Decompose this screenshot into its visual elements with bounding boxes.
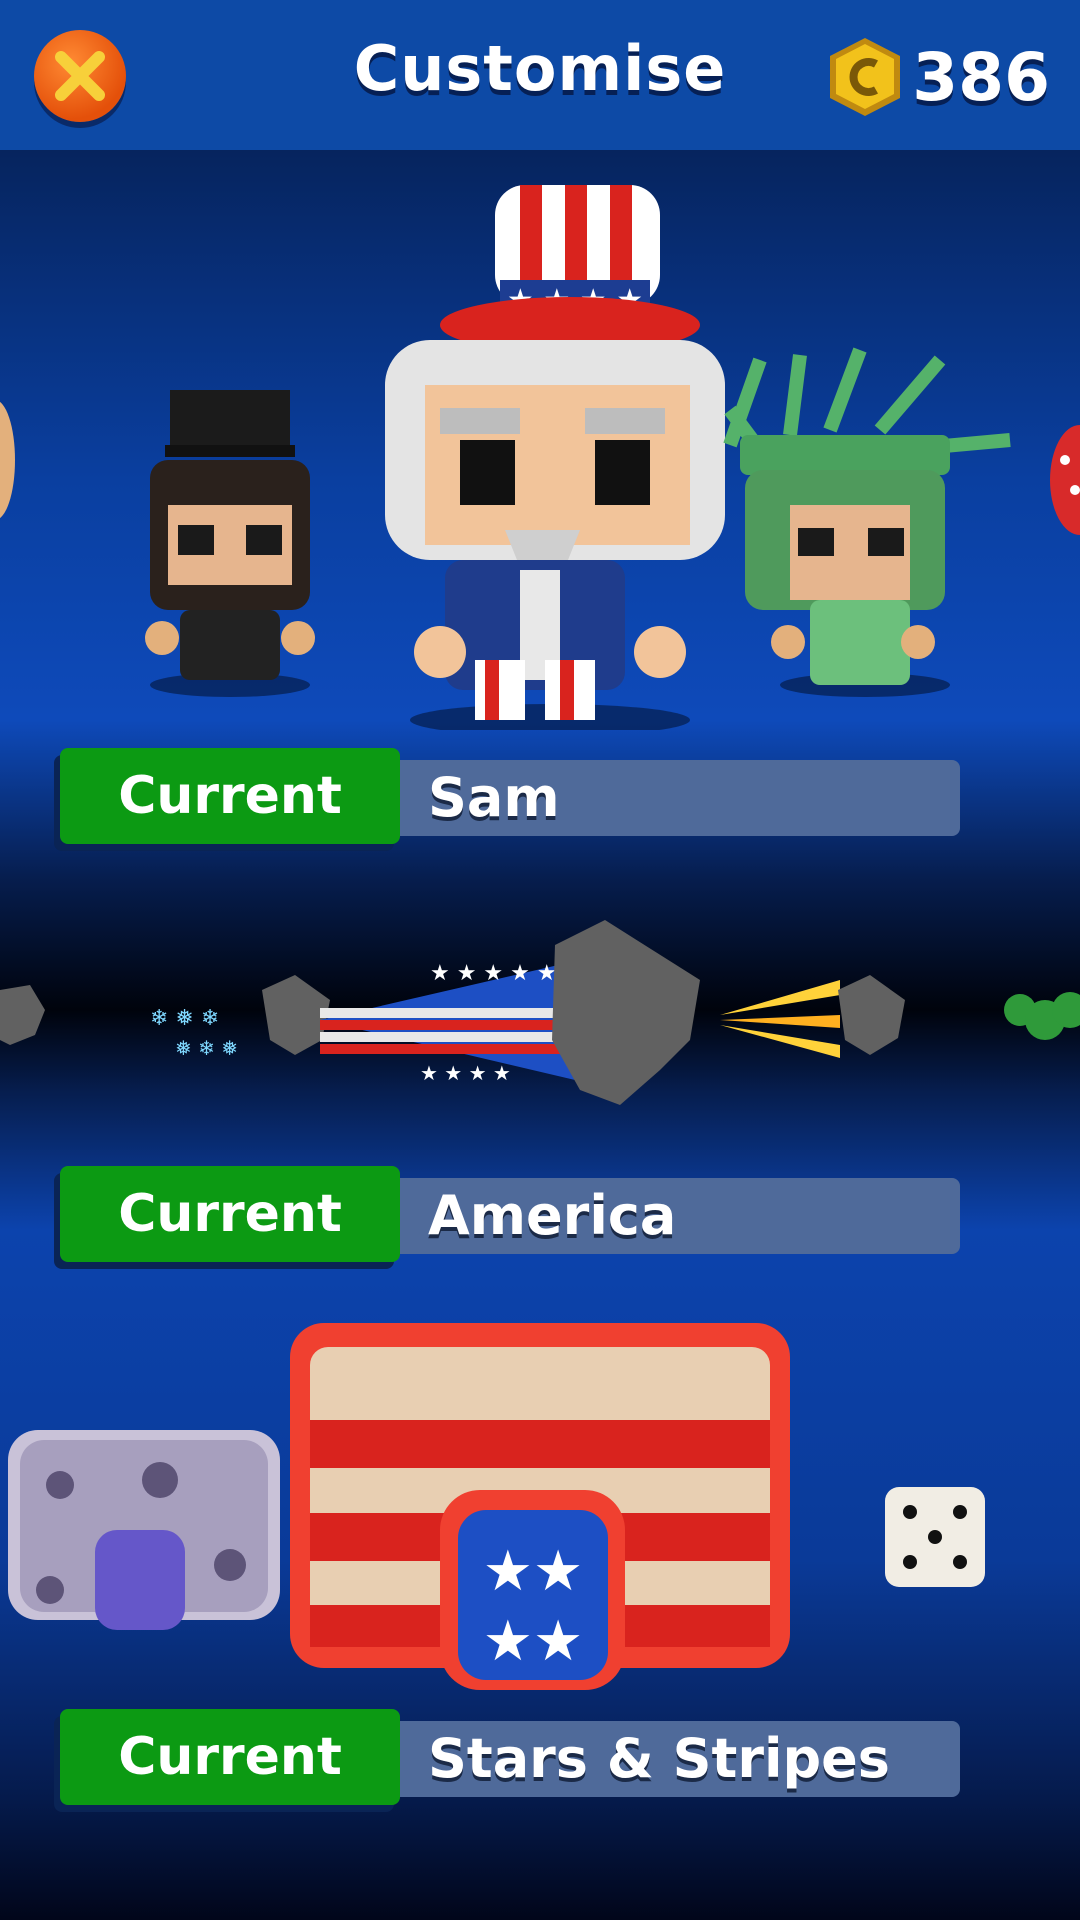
svg-text:★ ★ ★ ★: ★ ★ ★ ★ <box>420 1061 511 1085</box>
coin-icon <box>830 38 901 116</box>
trail-left-edge[interactable] <box>0 985 45 1045</box>
trail-carousel[interactable]: ❄ ❅ ❄ ❅ ❄ ❅ ★ ★ ★ ★ ★ ★ ★ ★ ★ <box>0 920 1080 1120</box>
selected-character-name: Sam <box>428 766 560 829</box>
svg-text:❅ ❄ ❅: ❅ ❄ ❅ <box>175 1036 238 1060</box>
svg-text:❄ ❅ ❄: ❄ ❅ ❄ <box>150 1006 219 1031</box>
trail-right-edge[interactable] <box>1004 992 1080 1040</box>
board-moon[interactable] <box>8 1430 280 1630</box>
character-selection-bar: Sam Current <box>60 748 960 848</box>
coin-count: 386 <box>912 38 1050 116</box>
board-selection-bar: Stars & Stripes Current <box>60 1709 960 1809</box>
board-carousel[interactable]: ★★ ★★ <box>0 1305 1080 1695</box>
svg-text:★ ★ ★ ★ ★: ★ ★ ★ ★ ★ <box>430 961 557 986</box>
dice-icon[interactable] <box>885 1487 985 1587</box>
trail-america[interactable]: ★ ★ ★ ★ ★ ★ ★ ★ ★ <box>320 920 700 1105</box>
svg-text:★★: ★★ <box>483 1609 583 1674</box>
current-character-button[interactable]: Current <box>60 748 400 844</box>
board-stars-and-stripes[interactable]: ★★ ★★ <box>290 1323 790 1690</box>
top-bar: Customise 386 <box>0 0 1080 150</box>
selected-board-name: Stars & Stripes <box>428 1727 890 1790</box>
selected-trail-name: America <box>428 1184 677 1247</box>
character-sam[interactable]: ★ ★ ★ ★ <box>385 185 725 730</box>
trail-fire[interactable] <box>720 975 905 1058</box>
coin-balance: 386 <box>822 34 1050 120</box>
trail-snowflakes[interactable]: ❄ ❅ ❄ ❅ ❄ ❅ <box>150 975 330 1060</box>
character-left-edge[interactable] <box>0 400 15 520</box>
character-liberty[interactable] <box>723 347 1011 697</box>
svg-text:★★: ★★ <box>483 1539 583 1604</box>
current-board-button[interactable]: Current <box>60 1709 400 1805</box>
trail-selection-bar: America Current <box>60 1166 960 1266</box>
current-trail-button[interactable]: Current <box>60 1166 400 1262</box>
character-carousel[interactable]: ★ ★ ★ ★ <box>0 160 1080 730</box>
character-right-edge[interactable] <box>1050 425 1080 535</box>
character-lincoln[interactable] <box>145 390 315 697</box>
